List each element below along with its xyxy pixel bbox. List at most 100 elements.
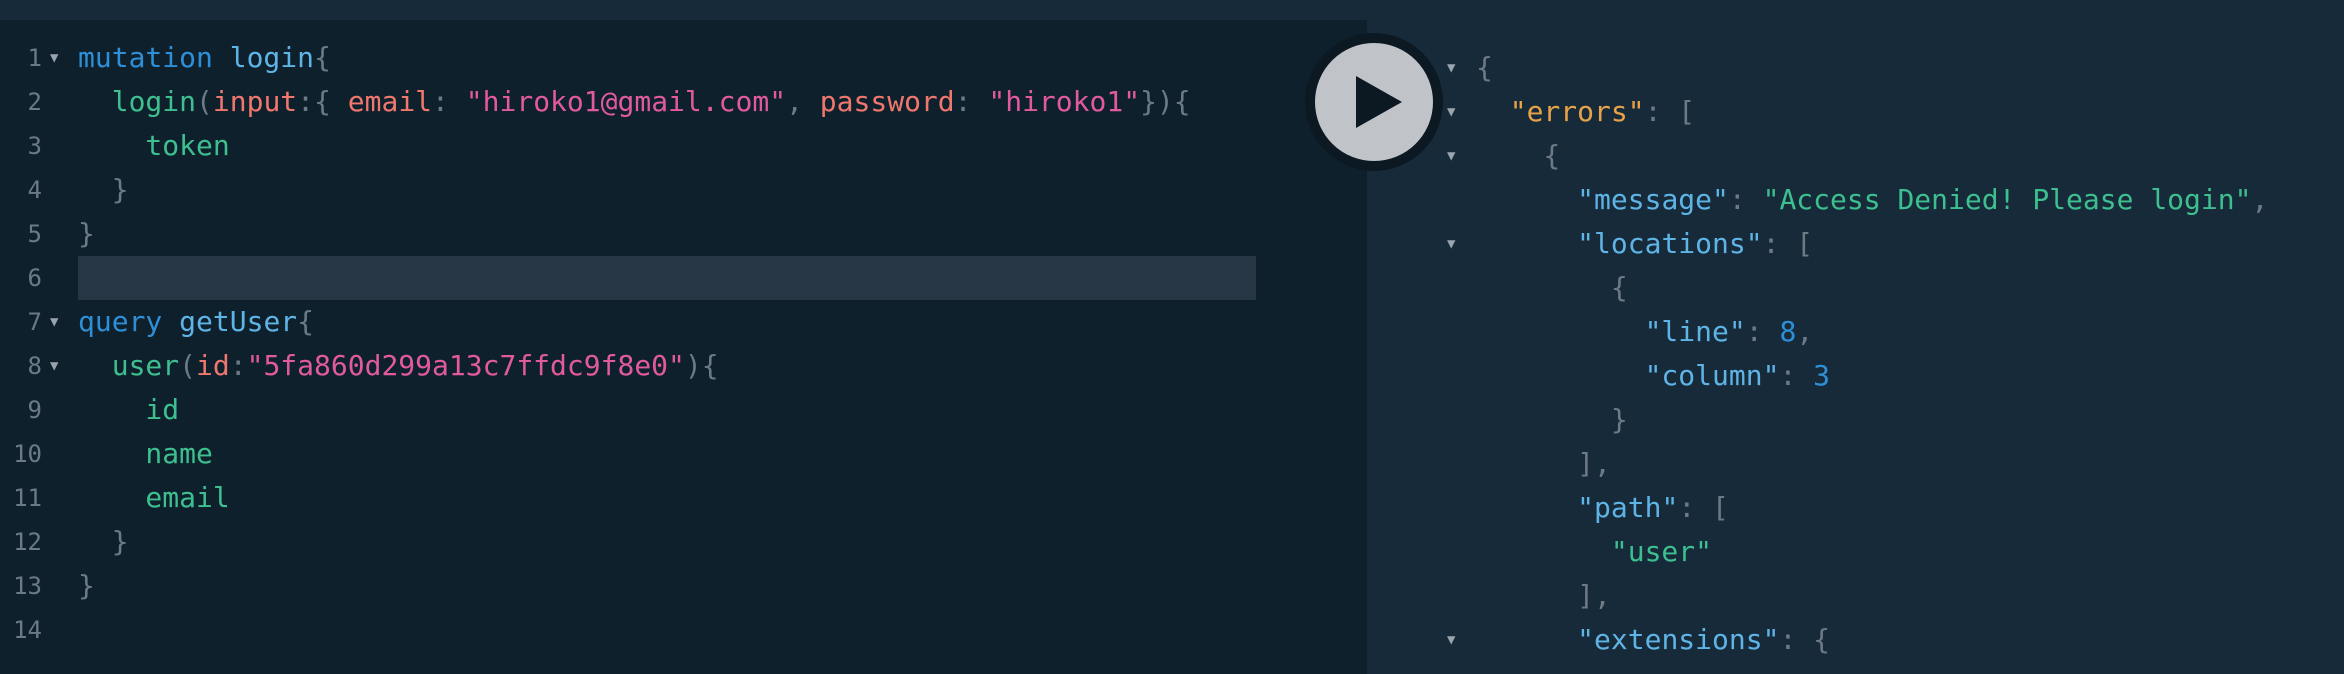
result-token: "path" — [1577, 491, 1679, 524]
result-text: "user" — [1476, 530, 1712, 574]
result-token: "extensions" — [1577, 623, 1780, 656]
editor-line[interactable]: 7 ▼ query getUser{ — [0, 300, 1367, 344]
result-token: , — [1796, 315, 1814, 348]
result-token: 8 — [1779, 315, 1797, 348]
result-token: "errors" — [1509, 95, 1645, 128]
result-token — [1476, 227, 1577, 260]
fold-toggle-icon[interactable]: ▼ — [1447, 46, 1455, 90]
result-token — [1476, 183, 1577, 216]
code-token: query — [78, 305, 180, 338]
result-line: "message": "Access Denied! Please login"… — [1367, 178, 2344, 222]
editor-line[interactable]: 10 name — [0, 432, 1367, 476]
result-token: ], — [1476, 447, 1611, 480]
result-text: "extensions": { — [1476, 618, 1830, 662]
code-text: } — [78, 168, 129, 212]
result-token: "line" — [1644, 315, 1746, 348]
fold-toggle-icon[interactable]: ▼ — [1447, 618, 1455, 662]
result-token: "column" — [1644, 359, 1780, 392]
code-token: "hiroko1@gmail.com" — [465, 85, 787, 118]
result-token: { — [1476, 51, 1493, 84]
result-line: ▼ "extensions": { — [1367, 618, 2344, 662]
result-token: "locations" — [1577, 227, 1763, 260]
editor-line[interactable]: 4 } — [0, 168, 1367, 212]
result-token: : [ — [1678, 491, 1729, 524]
fold-toggle-icon[interactable]: ▼ — [1447, 90, 1455, 134]
code-text: name — [78, 432, 213, 476]
fold-toggle-icon[interactable]: ▼ — [50, 36, 58, 80]
result-line: } — [1367, 398, 2344, 442]
code-text: query getUser{ — [78, 300, 314, 344]
editor-line[interactable]: 13} — [0, 564, 1367, 608]
editor-line[interactable]: 8 ▼ user(id:"5fa860d299a13c7ffdc9f8e0"){ — [0, 344, 1367, 388]
result-viewer: ▼{▼ "errors": [▼ { "message": "Access De… — [1367, 20, 2344, 674]
result-line: ], — [1367, 442, 2344, 486]
editor-line[interactable]: 2 login(input:{ email: "hiroko1@gmail.co… — [0, 80, 1367, 124]
result-text: "column": 3 — [1476, 354, 1830, 398]
line-number: 8 — [27, 352, 42, 380]
code-token: { — [314, 41, 331, 74]
result-line: ], — [1367, 574, 2344, 618]
result-text: ], — [1476, 574, 1611, 618]
query-editor[interactable]: 1 ▼ mutation login{2 login(input:{ email: … — [0, 20, 1367, 674]
result-token: : — [1728, 183, 1763, 216]
line-number: 11 — [13, 484, 42, 512]
code-token: input — [212, 85, 298, 118]
result-token — [1476, 359, 1645, 392]
editor-line[interactable]: 12 } — [0, 520, 1367, 564]
code-text: login(input:{ email: "hiroko1@gmail.com"… — [78, 80, 1191, 124]
code-token: "5fa860d299a13c7ffdc9f8e0" — [246, 349, 685, 382]
code-token: }){ — [1140, 85, 1191, 118]
top-toolbar — [0, 0, 2344, 21]
result-token: } — [1476, 403, 1628, 436]
result-text: "path": [ — [1476, 486, 1729, 530]
code-token: password — [819, 85, 955, 118]
editor-line[interactable]: 11 email — [0, 476, 1367, 520]
result-token — [1476, 623, 1577, 656]
result-text: "errors": [ — [1476, 90, 1695, 134]
result-text: { — [1476, 266, 1628, 310]
editor-line[interactable]: 6 — [0, 256, 1367, 300]
code-text: mutation login{ — [78, 36, 331, 80]
execute-query-button[interactable] — [1305, 33, 1443, 171]
fold-toggle-icon[interactable]: ▼ — [1447, 134, 1455, 178]
code-token: name — [78, 437, 213, 470]
result-token — [1476, 535, 1611, 568]
fold-toggle-icon[interactable]: ▼ — [50, 344, 58, 388]
result-line: "line": 8, — [1367, 310, 2344, 354]
result-token: : — [1745, 315, 1780, 348]
result-text: "line": 8, — [1476, 310, 1814, 354]
code-token: "hiroko1" — [988, 85, 1141, 118]
code-token: id — [78, 393, 180, 426]
result-token: : — [1779, 359, 1814, 392]
result-token: : [ — [1762, 227, 1814, 260]
code-token: login — [78, 85, 197, 118]
result-token: "Access Denied! Please login" — [1762, 183, 2252, 216]
fold-toggle-icon[interactable]: ▼ — [1447, 222, 1455, 266]
line-number: 3 — [27, 132, 42, 160]
code-token: } — [78, 525, 129, 558]
code-token: : — [954, 85, 989, 118]
result-token: "user" — [1610, 535, 1713, 568]
code-token: } — [78, 569, 95, 602]
code-text: user(id:"5fa860d299a13c7ffdc9f8e0"){ — [78, 344, 719, 388]
code-token: getUser — [179, 305, 298, 338]
code-text: } — [78, 520, 129, 564]
line-number: 7 — [27, 308, 42, 336]
editor-line[interactable]: 3 token — [0, 124, 1367, 168]
result-text: ], — [1476, 442, 1611, 486]
code-token: { — [297, 305, 315, 338]
editor-line[interactable]: 14 — [0, 608, 1367, 652]
editor-line[interactable]: 1 ▼ mutation login{ — [0, 36, 1367, 80]
line-number: 1 — [27, 44, 42, 72]
result-token: : { — [1779, 623, 1831, 656]
result-line: ▼ "locations": [ — [1367, 222, 2344, 266]
line-number: 10 — [13, 440, 42, 468]
code-token: mutation — [78, 41, 230, 74]
result-token: , — [2251, 183, 2269, 216]
code-token: } — [78, 217, 95, 250]
line-number: 2 — [27, 88, 42, 116]
code-token: id — [196, 349, 230, 382]
editor-line[interactable]: 9 id — [0, 388, 1367, 432]
editor-line[interactable]: 5} — [0, 212, 1367, 256]
fold-toggle-icon[interactable]: ▼ — [50, 300, 58, 344]
